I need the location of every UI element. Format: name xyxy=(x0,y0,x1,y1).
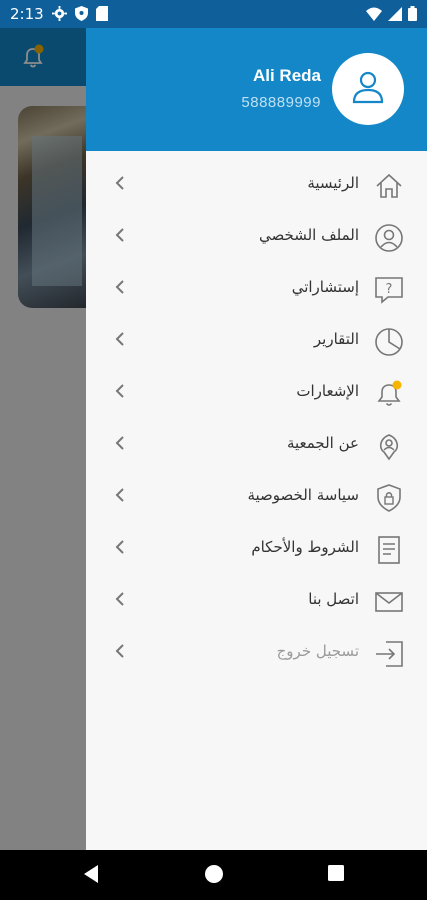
drawer-menu: الرئيسية الملف الشخصي إستشاراتي ? التقار… xyxy=(86,160,427,680)
battery-icon xyxy=(408,6,417,25)
chevron-left-icon xyxy=(114,486,126,508)
gear-icon xyxy=(52,6,67,25)
menu-item-label: إستشاراتي xyxy=(291,278,359,296)
menu-item-logout[interactable]: تسجيل خروج xyxy=(86,628,427,680)
menu-item-home[interactable]: الرئيسية xyxy=(86,160,427,212)
user-phone: 588889999 xyxy=(241,94,321,111)
wifi-icon xyxy=(366,6,382,25)
menu-item-reports[interactable]: التقارير xyxy=(86,316,427,368)
chevron-left-icon xyxy=(114,642,126,664)
navigation-drawer: Ali Reda 588889999 الرئيسية الملف الشخصي… xyxy=(86,28,427,850)
chevron-left-icon xyxy=(114,174,126,196)
bell-icon xyxy=(373,378,405,410)
menu-item-label: الشروط والأحكام xyxy=(251,538,359,556)
menu-item-about[interactable]: عن الجمعية xyxy=(86,420,427,472)
shield-icon xyxy=(75,6,88,25)
menu-item-label: الإشعارات xyxy=(296,382,359,400)
status-time: 2:13 xyxy=(10,5,44,23)
system-nav-bar xyxy=(0,850,427,900)
menu-item-label: الملف الشخصي xyxy=(259,226,359,244)
menu-item-contact[interactable]: اتصل بنا xyxy=(86,576,427,628)
menu-item-label: تسجيل خروج xyxy=(276,642,359,660)
chevron-left-icon xyxy=(114,382,126,404)
menu-item-label: اتصل بنا xyxy=(308,590,359,608)
menu-item-label: التقارير xyxy=(313,330,359,348)
pie-chart-icon xyxy=(373,326,405,358)
chevron-left-icon xyxy=(114,434,126,456)
menu-item-notifications[interactable]: الإشعارات xyxy=(86,368,427,420)
menu-item-label: سياسة الخصوصية xyxy=(247,486,359,504)
chevron-left-icon xyxy=(114,330,126,352)
sim-icon xyxy=(96,6,108,25)
document-icon xyxy=(373,534,405,566)
menu-item-consultations[interactable]: إستشاراتي ? xyxy=(86,264,427,316)
status-bar: 2:13 xyxy=(0,0,427,28)
menu-item-privacy-policy[interactable]: سياسة الخصوصية xyxy=(86,472,427,524)
menu-item-label: الرئيسية xyxy=(307,174,359,192)
recents-icon[interactable] xyxy=(327,864,345,886)
question-bubble-icon: ? xyxy=(373,274,405,306)
mail-icon xyxy=(373,586,405,618)
shield-lock-icon xyxy=(373,482,405,514)
chevron-left-icon xyxy=(114,278,126,300)
drawer-header: Ali Reda 588889999 xyxy=(86,28,427,151)
chevron-left-icon xyxy=(114,226,126,248)
menu-item-terms[interactable]: الشروط والأحكام xyxy=(86,524,427,576)
home-circle-icon[interactable] xyxy=(204,864,224,888)
location-pin-icon xyxy=(373,430,405,462)
avatar[interactable] xyxy=(332,53,404,125)
user-name: Ali Reda xyxy=(252,66,321,85)
back-icon[interactable] xyxy=(82,864,100,888)
menu-item-label: عن الجمعية xyxy=(286,434,359,452)
svg-text:?: ? xyxy=(386,282,393,297)
chevron-left-icon xyxy=(114,538,126,560)
menu-item-profile[interactable]: الملف الشخصي xyxy=(86,212,427,264)
chevron-left-icon xyxy=(114,590,126,612)
home-icon xyxy=(373,170,405,202)
logout-icon xyxy=(373,638,405,670)
profile-icon xyxy=(373,222,405,254)
user-icon xyxy=(350,69,386,109)
signal-icon xyxy=(388,6,402,25)
